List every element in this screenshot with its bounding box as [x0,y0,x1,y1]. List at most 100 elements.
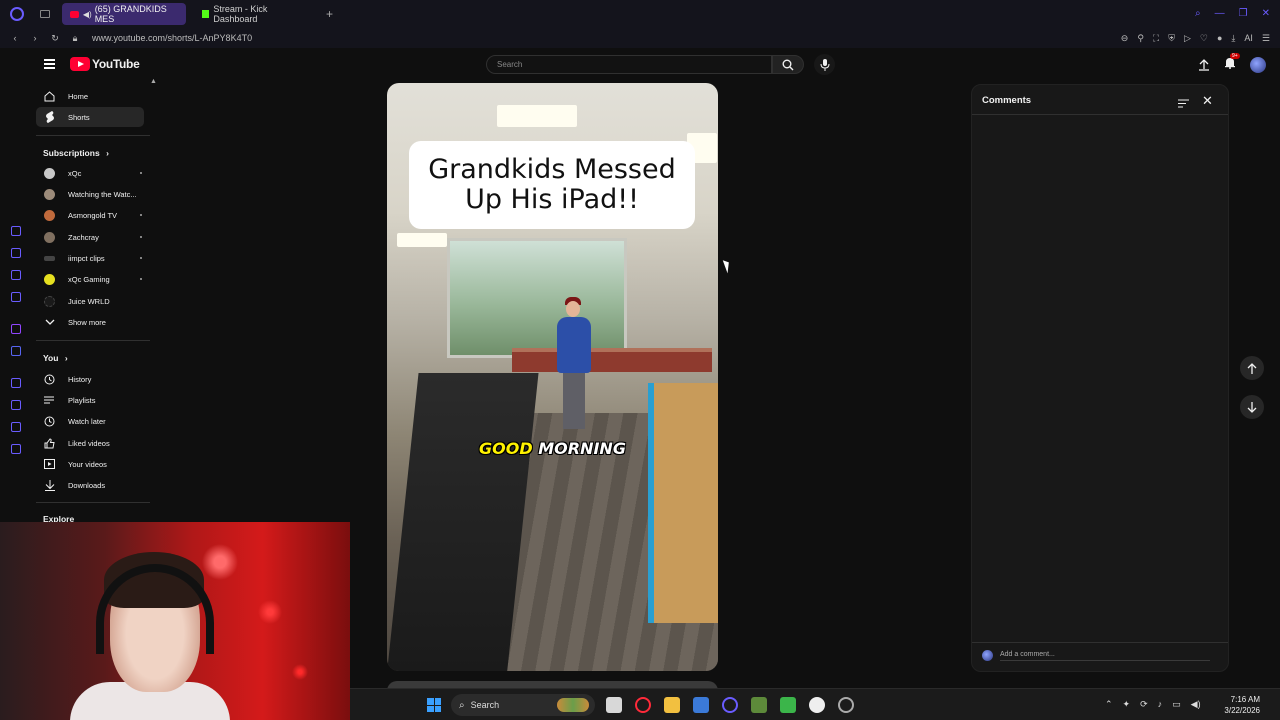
url-field[interactable]: www.youtube.com/shorts/L-AnPY8K4T0 [92,33,252,43]
taskbar-search[interactable]: ⌕ Search [451,694,595,716]
subscriptions-heading[interactable]: Subscriptions › [43,148,109,158]
sidebar-item-subscription[interactable]: iimpct clips [36,248,144,268]
sidebar-item-shorts[interactable]: Shorts [36,107,144,127]
bench [512,348,712,372]
heart-icon[interactable]: ♡ [1200,33,1208,44]
aria-icon[interactable] [11,226,21,236]
tray-app-icon[interactable]: ✦ [1123,699,1131,710]
close-window-icon[interactable]: ✕ [1262,8,1270,19]
tab-youtube[interactable]: ◀) (65) GRANDKIDS MES [62,3,186,25]
sidebar-item-subscription[interactable]: Watching the Watc... [36,184,144,204]
player-icon[interactable]: ▷ [1184,33,1191,44]
profile-icon[interactable]: ● [1217,33,1222,43]
creeper-icon[interactable] [780,697,796,713]
search-highlight-icon [557,698,589,712]
tab-islands-icon[interactable] [40,10,50,18]
store-icon[interactable] [693,697,709,713]
reload-icon[interactable]: ↻ [50,33,60,44]
sidebar-item-your-videos[interactable]: Your videos [36,454,144,474]
task-view-icon[interactable] [606,697,622,713]
history-sidebar-icon[interactable] [11,400,21,410]
close-icon[interactable]: ✕ [1202,93,1213,109]
shield-icon[interactable]: ⛨ [1168,33,1175,44]
sort-icon[interactable] [1178,95,1189,113]
previous-short-button[interactable] [1240,356,1264,380]
scroll-up-icon[interactable]: ▲ [150,78,157,85]
sidebar-item-watch-later[interactable]: Watch later [36,411,144,431]
volume-icon[interactable]: ◀) [1191,699,1201,710]
history-icon [44,374,55,385]
speaker-icon[interactable]: ◀) [83,10,92,19]
sidebar-item-playlists[interactable]: Playlists [36,390,144,410]
guide-menu-icon[interactable] [44,59,55,71]
sidebar-item-subscription[interactable]: Juice WRLD [36,291,144,311]
snapshot-icon[interactable]: ⛶ [1153,33,1159,44]
steam-icon[interactable] [838,697,854,713]
chevron-right-icon: › [64,353,68,363]
notifications-button[interactable]: 9+ [1224,53,1240,74]
search-icon [782,59,794,70]
download-icon[interactable]: ⤓ [1231,33,1235,44]
notes-icon[interactable] [11,270,21,280]
you-heading[interactable]: You › [43,353,68,363]
chevron-up-icon[interactable]: ⌃ [1105,699,1113,710]
opera-taskbar-icon[interactable] [635,697,651,713]
display-icon[interactable]: ▭ [1172,699,1181,710]
workspace-icon[interactable] [11,248,21,258]
arrow-down-icon [1247,401,1257,413]
sidebar-item-history[interactable]: History [36,369,144,389]
discord-icon[interactable] [11,346,21,356]
sidebar-item-subscription[interactable]: Asmongold TV [36,205,144,225]
minimize-icon[interactable]: — [1215,8,1225,19]
sidebar-item-downloads[interactable]: Downloads [36,475,144,495]
taskbar-clock[interactable]: 7:16 AM 3/22/2026 [1216,694,1260,716]
upload-icon[interactable] [1198,59,1210,71]
thumbs-up-icon [44,437,55,449]
tab-kick-dashboard[interactable]: Stream - Kick Dashboard [194,3,314,25]
sidebar-item-subscription[interactable]: xQc [36,163,144,183]
settings-icon[interactable] [11,444,21,454]
opera-logo-icon[interactable] [10,7,24,21]
extensions-icon[interactable] [11,422,21,432]
lock-icon[interactable]: 🔒︎ [70,33,80,44]
sidebar-item-subscription[interactable]: Zachcray [36,227,144,247]
twitch-icon[interactable] [11,324,21,334]
sidebar-item-home[interactable]: Home [36,86,144,106]
account-avatar[interactable] [1250,57,1266,73]
notification-badge: 9+ [1230,53,1240,59]
obs-icon[interactable] [809,697,825,713]
menu-icon[interactable]: ☰ [1262,33,1270,44]
aria-ai-icon[interactable]: AI [1244,33,1253,43]
search-tabs-icon[interactable]: ⌕ [1195,8,1201,19]
show-more-button[interactable]: Show more [36,312,144,332]
sidebar-item-liked-videos[interactable]: Liked videos [36,433,144,453]
add-comment-input[interactable]: Add a comment... [1000,651,1210,661]
search-input[interactable]: Search [486,55,772,74]
zoom-icon[interactable]: ⊖ [1121,33,1129,44]
forward-icon[interactable]: › [30,33,40,43]
youtube-sidebar: Home Shorts Subscriptions › xQc Watching… [32,82,152,524]
mail-icon[interactable] [11,292,21,302]
short-video-player[interactable]: Grandkids Messed Up His iPad!! GOOD MORN… [387,83,718,671]
pin-icon[interactable]: ⚲ [1137,33,1144,44]
search-button[interactable] [772,55,804,74]
next-short-button[interactable] [1240,395,1264,419]
maximize-icon[interactable]: ❐ [1239,8,1248,19]
home-icon [44,90,55,102]
opera-gx-icon[interactable] [722,697,738,713]
windows-start-icon[interactable] [427,698,441,712]
youtube-header: YouTube Search 9+ [32,48,1280,82]
file-explorer-icon[interactable] [664,697,680,713]
minecraft-icon[interactable] [751,697,767,713]
chevron-down-icon [44,317,55,328]
divider [972,642,1228,643]
mic-tray-icon[interactable]: ♪ [1158,699,1163,710]
player-sidebar-icon[interactable] [11,378,21,388]
sidebar-item-subscription[interactable]: xQc Gaming [36,269,144,289]
voice-search-button[interactable] [814,54,835,75]
sync-icon[interactable]: ⟳ [1140,699,1148,710]
new-tab-button[interactable]: + [326,7,333,21]
back-icon[interactable]: ‹ [10,33,20,43]
youtube-logo[interactable]: YouTube [70,57,140,71]
shop-window [447,238,627,358]
